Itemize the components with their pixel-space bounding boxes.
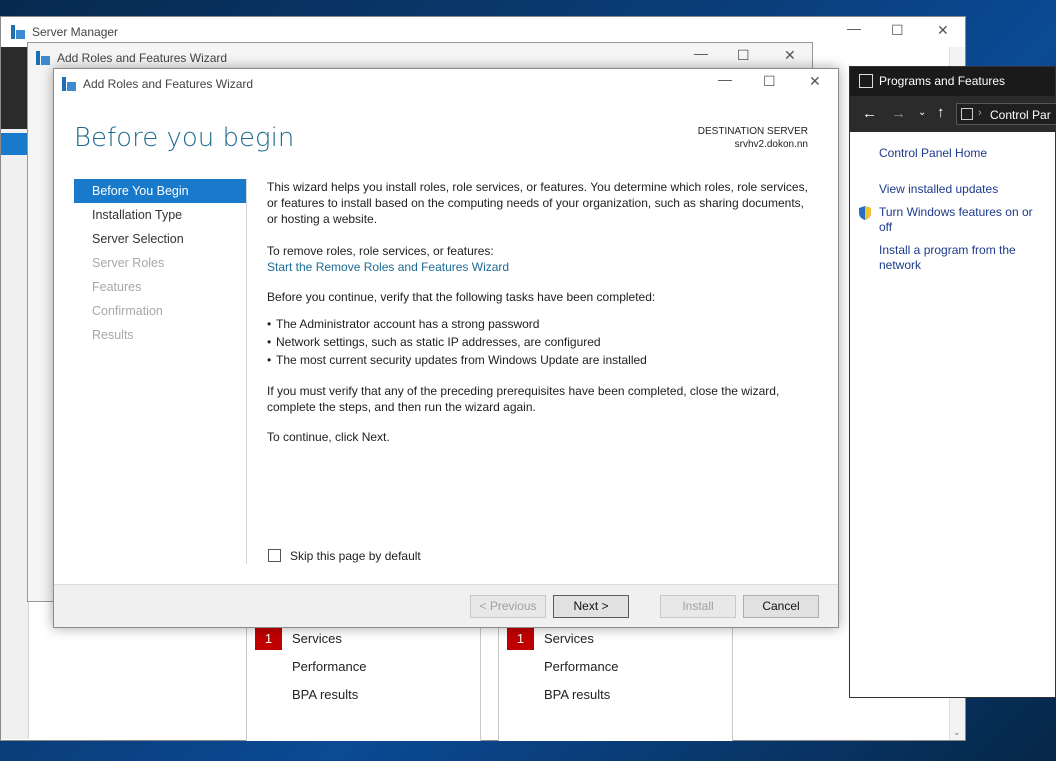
recent-dropdown-icon[interactable]: ⌄ bbox=[918, 107, 926, 118]
prerequisite-note: If you must verify that any of the prece… bbox=[267, 384, 780, 414]
wizard-back-title: Add Roles and Features Wizard bbox=[57, 51, 228, 65]
forward-arrow-icon[interactable]: → bbox=[891, 105, 906, 122]
skip-page-checkbox[interactable] bbox=[268, 549, 281, 562]
scroll-down-icon[interactable]: ⌄ bbox=[953, 727, 961, 738]
minimize-button[interactable]: — bbox=[718, 72, 732, 86]
maximize-button[interactable]: ☐ bbox=[737, 48, 750, 62]
step-before-you-begin[interactable]: Before You Begin bbox=[74, 179, 246, 203]
close-button[interactable]: ✕ bbox=[809, 74, 821, 88]
server-manager-nav bbox=[1, 129, 29, 739]
dashboard-nav-item[interactable] bbox=[1, 133, 29, 155]
navigation-bar: ← → ⌄ ↑ › Control Par bbox=[850, 96, 1056, 132]
maximize-button[interactable]: ☐ bbox=[763, 74, 776, 88]
continue-text: To continue, click Next. bbox=[267, 430, 390, 444]
shield-icon bbox=[857, 205, 873, 224]
remove-text: To remove roles, role services, or featu… bbox=[267, 244, 494, 258]
steps-divider bbox=[246, 179, 247, 564]
back-arrow-icon[interactable]: ← bbox=[862, 105, 877, 122]
bpa-results-link[interactable]: BPA results bbox=[544, 687, 610, 702]
performance-link[interactable]: Performance bbox=[292, 659, 366, 674]
list-item: The most current security updates from W… bbox=[267, 351, 817, 369]
services-link[interactable]: Services bbox=[292, 631, 342, 646]
maximize-button[interactable]: ☐ bbox=[891, 23, 904, 37]
close-button[interactable]: ✕ bbox=[937, 23, 949, 37]
install-button[interactable]: Install bbox=[660, 595, 736, 618]
address-text: Control Par bbox=[990, 108, 1051, 122]
programs-features-window: Programs and Features ← → ⌄ ↑ › Control … bbox=[849, 66, 1056, 698]
wizard-content: This wizard helps you install roles, rol… bbox=[267, 179, 817, 459]
destination-server-name: srvhv2.dokon.nn bbox=[734, 139, 808, 150]
prerequisite-list: The Administrator account has a strong p… bbox=[267, 315, 817, 369]
turn-windows-features-link[interactable]: Turn Windows features on or off bbox=[879, 205, 1049, 235]
step-confirmation: Confirmation bbox=[92, 304, 163, 318]
breadcrumb-separator-icon: › bbox=[978, 107, 982, 119]
services-alert-badge: 1 bbox=[255, 628, 282, 650]
skip-page-label: Skip this page by default bbox=[290, 549, 421, 563]
programs-titlebar: Programs and Features bbox=[850, 67, 1055, 96]
bpa-results-link[interactable]: BPA results bbox=[292, 687, 358, 702]
performance-link[interactable]: Performance bbox=[544, 659, 618, 674]
install-from-network-link[interactable]: Install a program from the network bbox=[879, 243, 1039, 273]
minimize-button[interactable]: — bbox=[847, 21, 861, 35]
minimize-button[interactable]: — bbox=[694, 46, 708, 60]
services-link[interactable]: Services bbox=[544, 631, 594, 646]
verify-text: Before you continue, verify that the fol… bbox=[267, 290, 656, 304]
programs-title: Programs and Features bbox=[879, 74, 1006, 88]
previous-button[interactable]: < Previous bbox=[470, 595, 546, 618]
intro-text: This wizard helps you install roles, rol… bbox=[267, 180, 808, 226]
server-manager-toolbar bbox=[1, 47, 29, 137]
step-installation-type[interactable]: Installation Type bbox=[74, 203, 246, 227]
wizard-steps-nav: Before You Begin Installation Type Serve… bbox=[74, 179, 246, 347]
destination-server-info: DESTINATION SERVER srvhv2.dokon.nn bbox=[698, 125, 808, 151]
control-panel-home-link[interactable]: Control Panel Home bbox=[879, 146, 987, 161]
wizard-title: Add Roles and Features Wizard bbox=[83, 77, 254, 91]
step-features: Features bbox=[92, 280, 142, 294]
dashboard-tile-1: 1 Services Performance BPA results bbox=[246, 610, 481, 741]
up-arrow-icon[interactable]: ↑ bbox=[937, 104, 945, 121]
services-alert-badge: 1 bbox=[507, 628, 534, 650]
list-item: The Administrator account has a strong p… bbox=[267, 315, 817, 333]
remove-section: To remove roles, role services, or featu… bbox=[267, 243, 817, 275]
wizard-app-icon bbox=[62, 77, 76, 94]
control-panel-icon bbox=[961, 108, 973, 120]
next-button[interactable]: Next > bbox=[553, 595, 629, 618]
view-installed-updates-link[interactable]: View installed updates bbox=[879, 182, 998, 197]
cancel-button[interactable]: Cancel bbox=[743, 595, 819, 618]
server-manager-title: Server Manager bbox=[32, 25, 119, 39]
add-roles-wizard-window: Add Roles and Features Wizard — ☐ ✕ Befo… bbox=[53, 68, 839, 628]
step-server-selection[interactable]: Server Selection bbox=[74, 227, 246, 251]
wizard-footer: < Previous Next > Install Cancel bbox=[54, 584, 838, 627]
control-panel-icon bbox=[859, 74, 873, 88]
wizard-app-icon bbox=[36, 51, 50, 68]
server-manager-app-icon bbox=[11, 25, 25, 39]
dashboard-tile-2: 1 Services Performance BPA results bbox=[498, 610, 733, 741]
skip-page-option[interactable]: Skip this page by default bbox=[268, 549, 421, 563]
remove-wizard-link[interactable]: Start the Remove Roles and Features Wiza… bbox=[267, 260, 509, 274]
page-title: Before you begin bbox=[74, 123, 295, 153]
step-results: Results bbox=[92, 328, 134, 342]
destination-server-label: DESTINATION SERVER bbox=[697, 126, 808, 137]
close-button[interactable]: ✕ bbox=[784, 48, 796, 62]
list-item: Network settings, such as static IP addr… bbox=[267, 333, 817, 351]
step-server-roles: Server Roles bbox=[92, 256, 165, 270]
address-bar[interactable]: › Control Par bbox=[956, 103, 1056, 125]
